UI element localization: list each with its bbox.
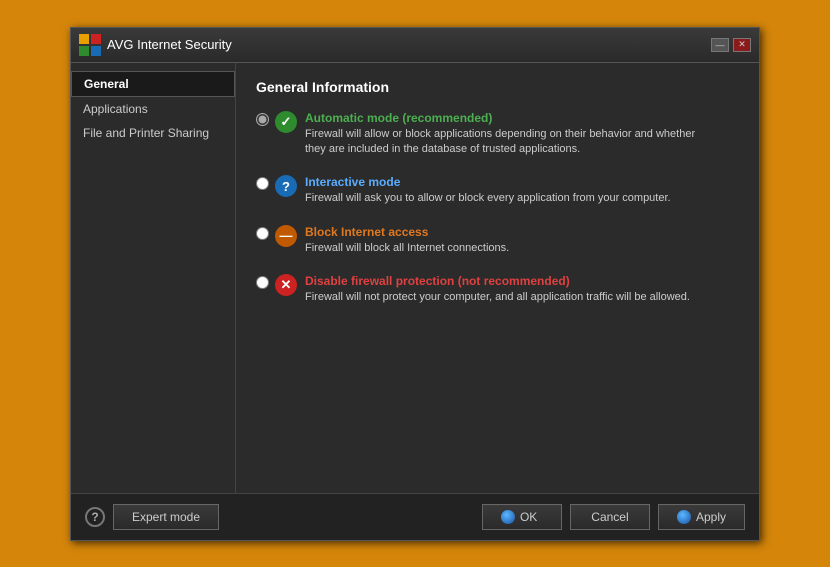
radio-block-wrap[interactable] — [256, 227, 269, 243]
section-title: General Information — [256, 79, 739, 95]
window-title: AVG Internet Security — [107, 37, 232, 52]
sidebar: General Applications File and Printer Sh… — [71, 63, 236, 493]
expert-mode-button[interactable]: Expert mode — [113, 504, 219, 530]
titlebar-controls: — ✕ — [711, 38, 751, 52]
radio-block[interactable] — [256, 227, 269, 240]
radio-automatic-wrap[interactable] — [256, 113, 269, 129]
option-automatic: ✓ Automatic mode (recommended) Firewall … — [256, 111, 739, 158]
radio-disable[interactable] — [256, 276, 269, 289]
text-automatic: Automatic mode (recommended) Firewall wi… — [305, 111, 695, 158]
desc-automatic: Firewall will allow or block application… — [305, 127, 695, 158]
option-block: — Block Internet access Firewall will bl… — [256, 225, 739, 256]
desc-block: Firewall will block all Internet connect… — [305, 241, 509, 256]
radio-automatic[interactable] — [256, 113, 269, 126]
radio-interactive[interactable] — [256, 177, 269, 190]
apply-button[interactable]: Apply — [658, 504, 745, 530]
footer-left: ? Expert mode — [85, 504, 219, 530]
apply-label: Apply — [696, 510, 726, 524]
titlebar: AVG Internet Security — ✕ — [71, 28, 759, 63]
close-button[interactable]: ✕ — [733, 38, 751, 52]
label-disable: Disable firewall protection (not recomme… — [305, 274, 690, 288]
label-interactive: Interactive mode — [305, 175, 671, 189]
icon-automatic: ✓ — [275, 111, 297, 133]
main-window: AVG Internet Security — ✕ General Applic… — [70, 27, 760, 541]
avg-logo — [79, 34, 101, 56]
desc-interactive: Firewall will ask you to allow or block … — [305, 191, 671, 206]
radio-disable-wrap[interactable] — [256, 276, 269, 292]
icon-block: — — [275, 225, 297, 247]
icon-disable: ✕ — [275, 274, 297, 296]
option-interactive: ? Interactive mode Firewall will ask you… — [256, 175, 739, 206]
help-button[interactable]: ? — [85, 507, 105, 527]
titlebar-left: AVG Internet Security — [79, 34, 232, 56]
sidebar-item-general[interactable]: General — [71, 71, 235, 97]
footer-right: OK Cancel Apply — [482, 504, 745, 530]
icon-interactive: ? — [275, 175, 297, 197]
label-automatic: Automatic mode (recommended) — [305, 111, 695, 125]
sidebar-item-applications[interactable]: Applications — [71, 97, 235, 121]
desc-disable: Firewall will not protect your computer,… — [305, 290, 690, 305]
main-content: General Information ✓ Automatic mode (re… — [236, 63, 759, 493]
content-area: General Applications File and Printer Sh… — [71, 63, 759, 493]
minimize-button[interactable]: — — [711, 38, 729, 52]
text-disable: Disable firewall protection (not recomme… — [305, 274, 690, 305]
ok-globe-icon — [501, 510, 515, 524]
text-interactive: Interactive mode Firewall will ask you t… — [305, 175, 671, 206]
sidebar-item-file-printer[interactable]: File and Printer Sharing — [71, 121, 235, 145]
text-block: Block Internet access Firewall will bloc… — [305, 225, 509, 256]
footer: ? Expert mode OK Cancel Apply — [71, 493, 759, 540]
ok-label: OK — [520, 510, 537, 524]
apply-globe-icon — [677, 510, 691, 524]
label-block: Block Internet access — [305, 225, 509, 239]
radio-interactive-wrap[interactable] — [256, 177, 269, 193]
cancel-button[interactable]: Cancel — [570, 504, 650, 530]
ok-button[interactable]: OK — [482, 504, 562, 530]
option-disable: ✕ Disable firewall protection (not recom… — [256, 274, 739, 305]
